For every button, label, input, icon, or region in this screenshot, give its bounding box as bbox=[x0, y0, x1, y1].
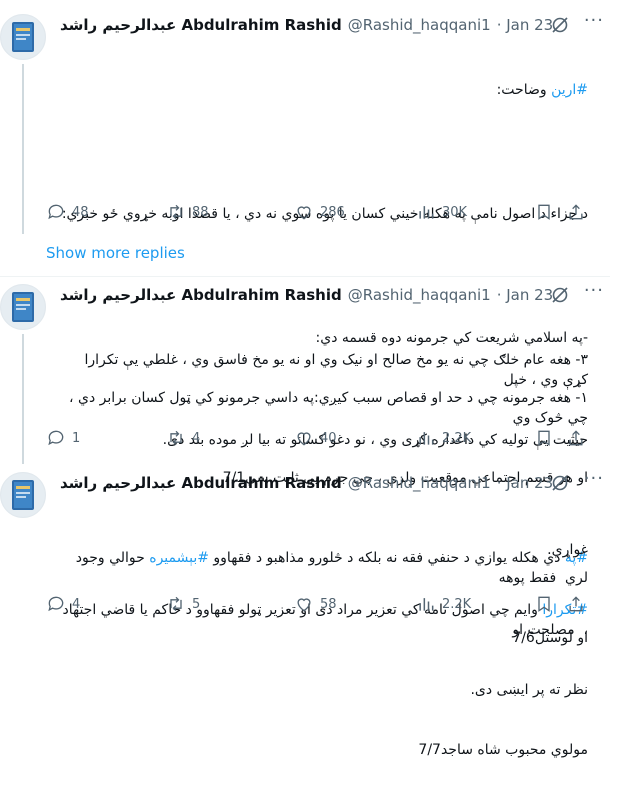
divider bbox=[0, 276, 610, 277]
tweet-header: عبدالرحيم راشد Abdulrahim Rashid @Rashid… bbox=[60, 280, 610, 306]
author-name[interactable]: عبدالرحيم راشد Abdulrahim Rashid bbox=[60, 286, 342, 304]
more-options-icon[interactable]: ··· bbox=[584, 280, 604, 301]
more-options-icon[interactable]: ··· bbox=[584, 10, 604, 31]
repost-button[interactable]: 4 bbox=[166, 428, 294, 448]
repost-count: 88 bbox=[192, 204, 209, 220]
author-handle[interactable]: @Rashid_haqqani1 bbox=[348, 286, 491, 304]
like-count: 40 bbox=[320, 430, 337, 446]
repost-count: 4 bbox=[192, 430, 201, 446]
repost-button[interactable]: 5 bbox=[166, 594, 294, 614]
hashtag[interactable]: #ارین bbox=[551, 82, 588, 98]
bookmark-icon bbox=[538, 204, 550, 220]
repost-icon bbox=[170, 596, 182, 612]
grok-icon[interactable] bbox=[550, 15, 570, 35]
repost-icon bbox=[170, 204, 182, 220]
avatar-book-icon bbox=[1, 285, 45, 329]
reply-count: 48 bbox=[72, 204, 89, 220]
view-count: 2.2K bbox=[442, 430, 472, 446]
reply-icon bbox=[48, 204, 64, 220]
reply-icon bbox=[48, 430, 64, 446]
author-name[interactable]: عبدالرحيم راشد Abdulrahim Rashid bbox=[60, 474, 342, 492]
author-name[interactable]: عبدالرحيم راشد Abdulrahim Rashid bbox=[60, 16, 342, 34]
bookmark-button[interactable] bbox=[534, 428, 566, 448]
tweet-text: غواړي. #تکرارا وايم چي اصول نامه کي تعزي… bbox=[58, 542, 588, 758]
views-button[interactable]: 2.2K bbox=[416, 428, 534, 448]
tweet-date[interactable]: · Jan 23 bbox=[497, 286, 554, 304]
reply-button[interactable]: 4 bbox=[46, 594, 166, 614]
action-bar: 4 5 58 2.2K bbox=[46, 592, 600, 616]
like-count: 286 bbox=[320, 204, 345, 220]
avatar[interactable] bbox=[0, 14, 46, 60]
share-button[interactable] bbox=[566, 594, 590, 614]
reply-icon bbox=[48, 596, 64, 612]
tweet-2[interactable]: عبدالرحيم راشد Abdulrahim Rashid @Rashid… bbox=[0, 280, 610, 646]
author-handle[interactable]: @Rashid_haqqani1 bbox=[348, 16, 491, 34]
avatar[interactable] bbox=[0, 284, 46, 330]
action-bar: 48 88 286 30K bbox=[46, 200, 600, 224]
share-icon bbox=[569, 430, 583, 446]
reply-count: 4 bbox=[72, 596, 81, 612]
text-line: غواړي. bbox=[547, 542, 588, 558]
repost-count: 5 bbox=[192, 596, 201, 612]
bookmark-icon bbox=[538, 596, 550, 612]
avatar-book-icon bbox=[1, 15, 45, 59]
views-chart-icon bbox=[419, 206, 434, 219]
bookmark-icon bbox=[538, 430, 550, 446]
show-more-replies-link[interactable]: Show more replies bbox=[46, 244, 185, 262]
avatar[interactable] bbox=[0, 472, 46, 518]
text-line: نظر ته پر ايښی دی. bbox=[470, 682, 588, 698]
view-count: 2.2K bbox=[442, 596, 472, 612]
heart-icon bbox=[297, 432, 311, 446]
tweet-date[interactable]: · Jan 23 bbox=[497, 474, 554, 492]
like-button[interactable]: 286 bbox=[294, 202, 416, 222]
repost-icon bbox=[170, 430, 182, 446]
views-button[interactable]: 2.2K bbox=[416, 594, 534, 614]
tweet-header: عبدالرحيم راشد Abdulrahim Rashid @Rashid… bbox=[60, 468, 610, 494]
avatar-book-icon bbox=[1, 473, 45, 517]
author-handle[interactable]: @Rashid_haqqani1 bbox=[348, 474, 491, 492]
like-button[interactable]: 40 bbox=[294, 428, 416, 448]
more-options-icon[interactable]: ··· bbox=[584, 468, 604, 489]
views-chart-icon bbox=[419, 598, 434, 611]
tweet-date[interactable]: · Jan 23 bbox=[497, 16, 554, 34]
share-button[interactable] bbox=[566, 202, 590, 222]
reply-button[interactable]: 1 bbox=[46, 428, 166, 448]
text-line: ۳- هغه عام خلګ چي نه يو مخ صالح او نيک و… bbox=[80, 352, 588, 388]
reply-count: 1 bbox=[72, 430, 81, 446]
grok-icon[interactable] bbox=[550, 473, 570, 493]
heart-icon bbox=[297, 206, 311, 220]
view-count: 30K bbox=[442, 204, 468, 220]
bookmark-button[interactable] bbox=[534, 202, 566, 222]
grok-icon[interactable] bbox=[550, 285, 570, 305]
bookmark-button[interactable] bbox=[534, 594, 566, 614]
text-line: مولوي محبوب شاه ساجد7/7 bbox=[418, 742, 588, 758]
heart-icon bbox=[297, 598, 311, 612]
like-count: 58 bbox=[320, 596, 337, 612]
views-button[interactable]: 30K bbox=[416, 202, 534, 222]
like-button[interactable]: 58 bbox=[294, 594, 416, 614]
action-bar: 1 4 40 2.2K bbox=[46, 426, 600, 450]
tweet-1[interactable]: عبدالرحيم راشد Abdulrahim Rashid @Rashid… bbox=[0, 0, 610, 486]
share-button[interactable] bbox=[566, 428, 590, 448]
reply-button[interactable]: 48 bbox=[46, 202, 166, 222]
share-icon bbox=[569, 204, 583, 220]
repost-button[interactable]: 88 bbox=[166, 202, 294, 222]
views-chart-icon bbox=[419, 432, 434, 445]
tweet-header: عبدالرحيم راشد Abdulrahim Rashid @Rashid… bbox=[60, 10, 610, 36]
share-icon bbox=[569, 596, 583, 612]
tweet-3[interactable]: عبدالرحيم راشد Abdulrahim Rashid @Rashid… bbox=[0, 468, 610, 758]
